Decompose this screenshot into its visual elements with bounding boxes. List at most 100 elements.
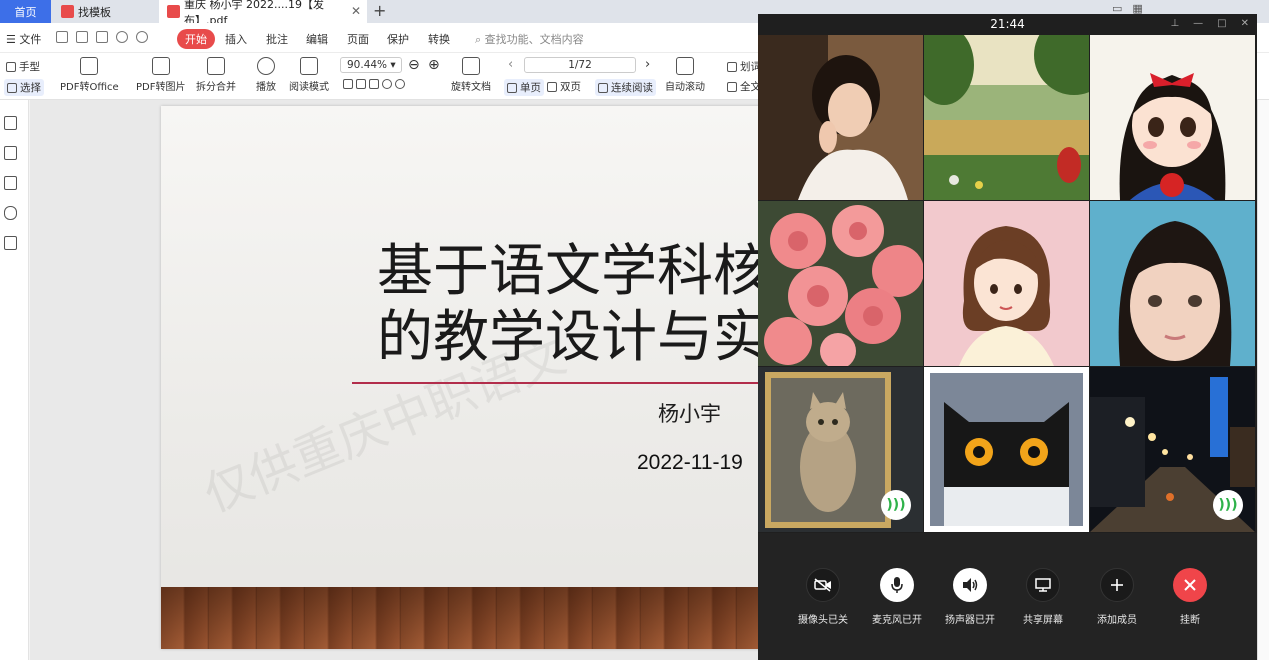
menu-insert[interactable]: 插入 — [225, 31, 247, 47]
fit-page-icon[interactable] — [356, 79, 366, 89]
full-text-icon — [727, 81, 737, 92]
maximize-icon[interactable]: □ — [1217, 18, 1226, 29]
redo-icon[interactable] — [136, 31, 148, 43]
read-mode-button[interactable]: 阅读模式 — [289, 57, 329, 93]
book-icon — [300, 57, 318, 75]
rotate-left-icon[interactable] — [382, 79, 392, 89]
avatar-snow-white-cartoon — [1090, 35, 1255, 200]
bookmark-icon[interactable] — [4, 116, 17, 130]
call-window-controls: ⊥ — □ ✕ — [1170, 18, 1249, 29]
participant-grid: )))))) — [758, 35, 1257, 533]
slide-title: 基于语文学科核 的教学设计与实 — [377, 239, 769, 371]
menu-convert[interactable]: 转换 — [428, 31, 450, 47]
signature-icon[interactable] — [4, 236, 17, 250]
video-call-window: 21:44 ⊥ — □ ✕)))))) 摄像头已关 麦克风已开 扬声器已开 … — [758, 14, 1257, 660]
print-icon[interactable] — [96, 31, 108, 43]
speaker-toggle-button[interactable]: 扬声器已开 — [935, 568, 1005, 626]
close-tab-icon[interactable]: ✕ — [351, 4, 361, 18]
attachment-icon[interactable] — [4, 206, 17, 220]
zoom-in-icon[interactable]: ⊕ — [428, 57, 440, 73]
single-page-label: 单页 — [520, 82, 541, 94]
file-menu[interactable]: ☰ 文件 — [6, 31, 41, 47]
call-titlebar: 21:44 ⊥ — □ ✕ — [758, 14, 1257, 35]
close-icon[interactable]: ✕ — [1241, 18, 1249, 29]
avatar-landscape-painting — [924, 35, 1089, 200]
next-page-icon[interactable]: › — [645, 57, 650, 72]
hang-up-icon — [1173, 568, 1207, 602]
tab-home[interactable]: 首页 — [0, 0, 51, 23]
page-number-value: 1/72 — [568, 59, 592, 71]
share-screen-label: 共享屏幕 — [1023, 615, 1063, 626]
avatar-roses-photo — [758, 201, 923, 366]
split-merge-button[interactable]: 拆分合并 — [196, 57, 236, 93]
pdf-to-office-button[interactable]: PDF转Office — [60, 57, 119, 93]
play-button[interactable]: 播放 — [256, 57, 276, 93]
participant-tile[interactable] — [758, 35, 923, 200]
page-number-input[interactable]: 1/72 — [524, 57, 636, 73]
word-translate-button[interactable]: 划词 — [727, 59, 761, 74]
pin-icon[interactable]: ⊥ — [1170, 18, 1179, 29]
thumbnail-icon[interactable] — [4, 146, 17, 160]
scroll-icon — [676, 57, 694, 75]
pdf-to-image-button[interactable]: PDF转图片 — [136, 57, 185, 93]
search-input[interactable]: ⌕ 查找功能、文档内容 — [475, 31, 584, 47]
rotate-right-icon[interactable] — [395, 79, 405, 89]
new-tab-button[interactable]: + — [373, 1, 386, 20]
vertical-scrollbar[interactable] — [1257, 100, 1269, 660]
document-viewport[interactable]: 仅供重庆中职语文 基于语文学科核 的教学设计与实 杨小宇 2022-11-19 — [30, 100, 781, 660]
zoom-input[interactable]: 90.44% ▾ — [340, 57, 402, 73]
participant-tile[interactable] — [924, 367, 1089, 532]
auto-scroll-button[interactable]: 自动滚动 — [665, 57, 705, 93]
undo-icon[interactable] — [116, 31, 128, 43]
fit-width-icon[interactable] — [369, 79, 379, 89]
avatar-child-photo — [1090, 201, 1255, 366]
save-icon[interactable] — [76, 31, 88, 43]
open-icon[interactable] — [56, 31, 68, 43]
select-tool[interactable]: 选择 — [4, 79, 44, 96]
menu-edit[interactable]: 编辑 — [306, 31, 328, 47]
hand-tool[interactable]: 手型 — [6, 59, 40, 74]
tab-template[interactable]: 找模板 — [53, 0, 157, 23]
participant-tile[interactable] — [1090, 35, 1255, 200]
single-page-icon — [507, 82, 517, 93]
menu-page[interactable]: 页面 — [347, 31, 369, 47]
single-page-button[interactable]: 单页 — [504, 79, 544, 96]
full-text-button[interactable]: 全文 — [727, 79, 761, 94]
rotate-doc-button[interactable]: 旋转文档 — [451, 57, 491, 93]
split-merge-label: 拆分合并 — [196, 82, 236, 93]
hang-up-button[interactable]: 挂断 — [1155, 568, 1225, 626]
call-control-bar: 摄像头已关 麦克风已开 扬声器已开 共享屏幕 添加成员 挂断 — [758, 533, 1257, 660]
prev-page-icon[interactable]: ‹ — [508, 57, 513, 72]
participant-tile[interactable] — [758, 201, 923, 366]
add-member-button[interactable]: 添加成员 — [1082, 568, 1152, 626]
mic-toggle-button[interactable]: 麦克风已开 — [862, 568, 932, 626]
actual-size-icon[interactable] — [343, 79, 353, 89]
participant-tile[interactable] — [1090, 201, 1255, 366]
slide-title-line-2: 的教学设计与实 — [377, 305, 769, 370]
menu-start[interactable]: 开始 — [177, 29, 215, 49]
double-page-button[interactable]: 双页 — [547, 79, 581, 94]
menu-protect[interactable]: 保护 — [387, 31, 409, 47]
avatar-girl-photo — [758, 35, 923, 200]
tab-home-label: 首页 — [14, 5, 37, 19]
participant-tile[interactable]: ))) — [758, 367, 923, 532]
continuous-read-button[interactable]: 连续阅读 — [595, 79, 656, 96]
play-icon — [257, 57, 275, 75]
participant-tile[interactable] — [924, 35, 1089, 200]
mic-toggle-label: 麦克风已开 — [872, 615, 922, 626]
tab-template-label: 找模板 — [78, 5, 111, 19]
avatar-cartoon-woman — [924, 201, 1089, 366]
tab-document[interactable]: 重庆 杨小宇 2022....19【发布】.pdf ✕ — [159, 0, 367, 27]
share-screen-button[interactable]: 共享屏幕 — [1008, 568, 1078, 626]
word-icon — [80, 57, 99, 75]
zoom-out-icon[interactable]: ⊖ — [408, 57, 420, 73]
camera-toggle-button[interactable]: 摄像头已关 — [788, 568, 858, 626]
comment-icon[interactable] — [4, 176, 17, 190]
double-page-icon — [547, 81, 557, 92]
menu-annotate[interactable]: 批注 — [266, 31, 288, 47]
participant-tile[interactable] — [924, 201, 1089, 366]
slide-author: 杨小宇 — [658, 402, 721, 426]
participant-tile[interactable]: ))) — [1090, 367, 1255, 532]
continuous-label: 连续阅读 — [611, 82, 653, 94]
minimize-icon[interactable]: — — [1193, 18, 1203, 29]
